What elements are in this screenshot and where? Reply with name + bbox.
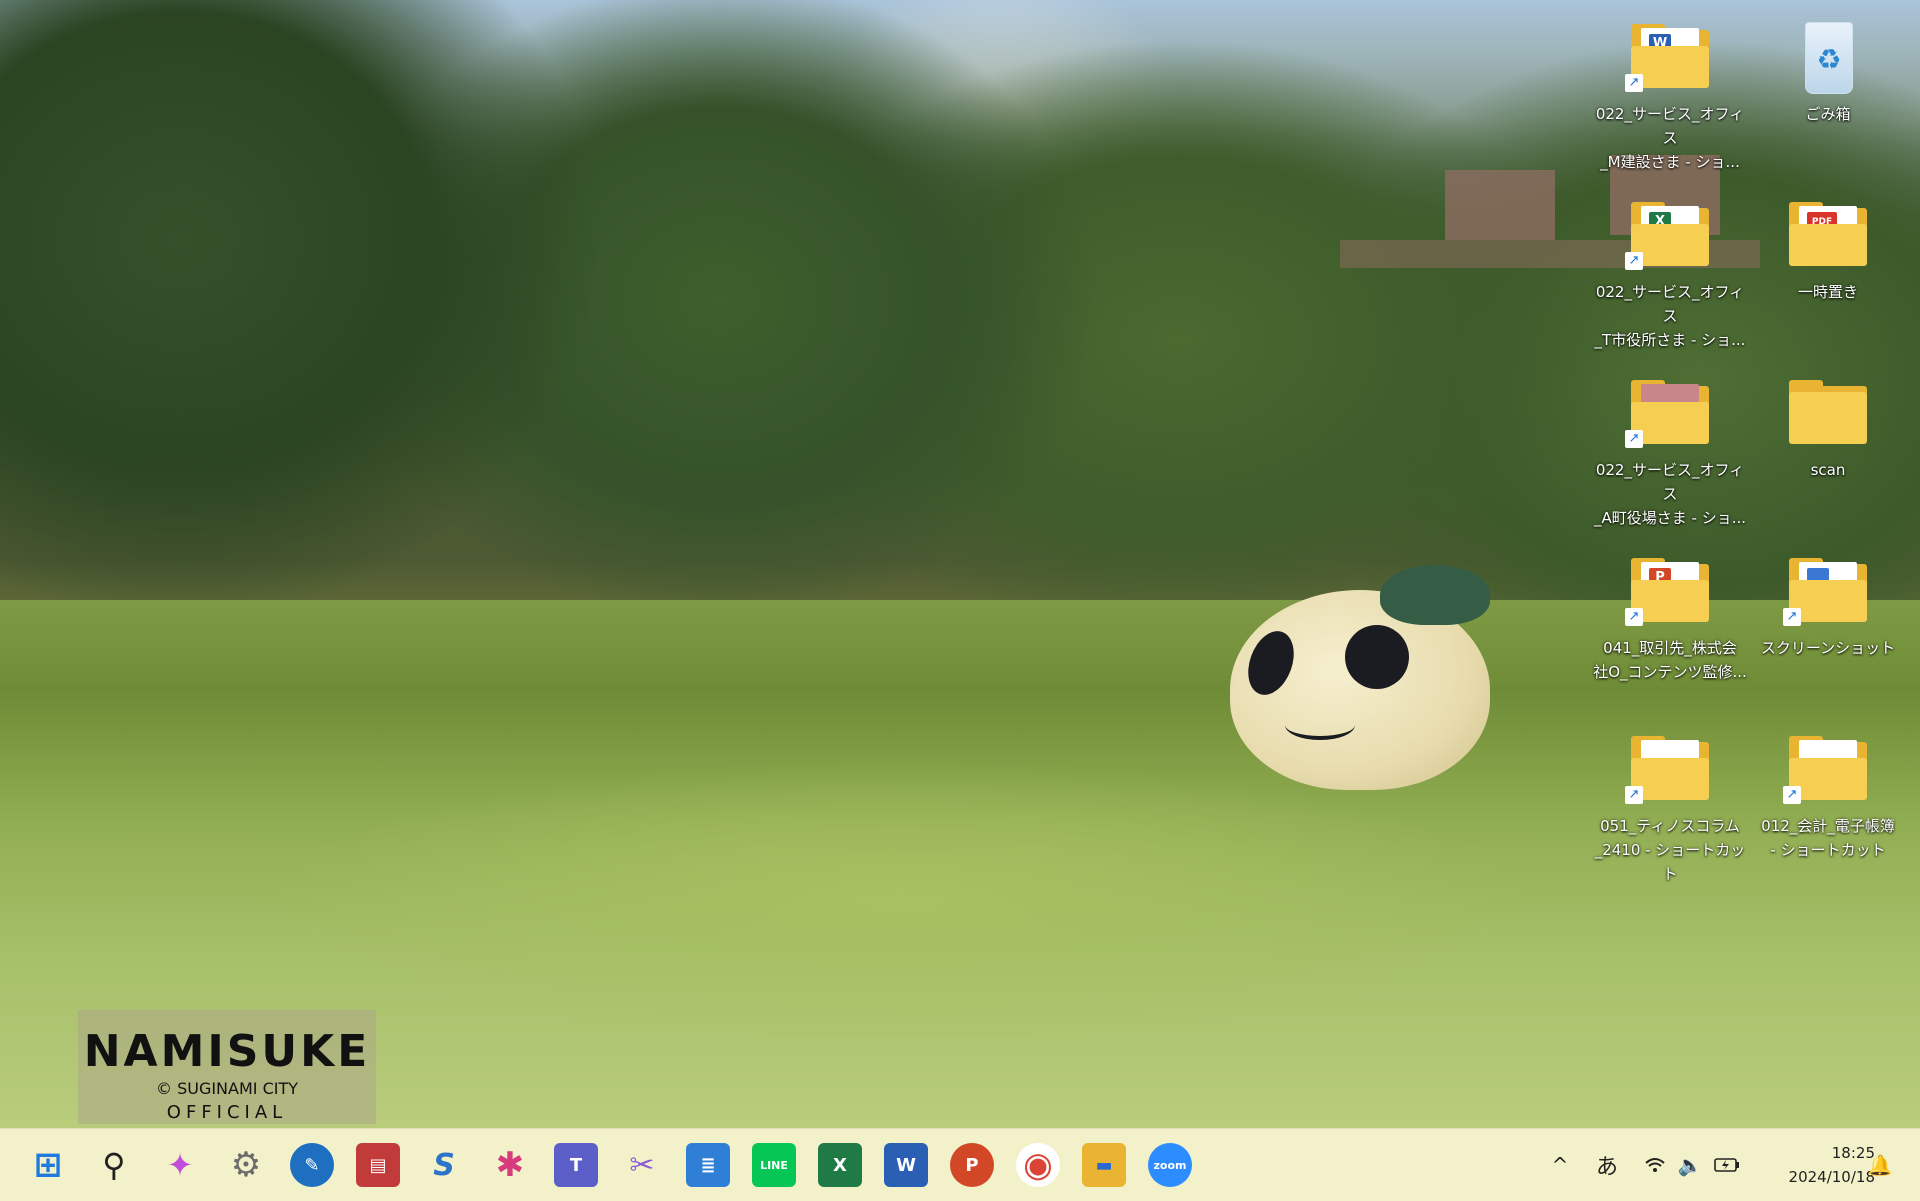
logo-brand: NAMISUKE: [83, 1026, 371, 1077]
zoom-icon[interactable]: zoom: [1148, 1143, 1192, 1187]
mascot-tuft: [1380, 565, 1490, 625]
folder-icon: X ↗: [1625, 200, 1709, 270]
file-explorer-icon[interactable]: ▬: [1082, 1143, 1126, 1187]
desktop-icon-scan[interactable]: scan: [1748, 368, 1908, 518]
desktop-icon-recycle-bin[interactable]: ♻ ごみ箱: [1748, 12, 1908, 162]
folder-icon: ↗: [1783, 556, 1867, 626]
desktop-icon-kaikei[interactable]: ↗ 012_会計_電子帳簿 - ショートカット: [1748, 724, 1908, 874]
battery-icon[interactable]: [1710, 1149, 1744, 1181]
desktop-icon-label: 一時置き: [1797, 283, 1858, 301]
recycle-bin-icon: ♻: [1789, 22, 1867, 94]
folder-icon: ↗: [1783, 734, 1867, 804]
settings-icon[interactable]: ⚙: [224, 1143, 268, 1187]
desktop-icon-label: 022_サービス_オフィス _A町役場さま - ショ...: [1593, 461, 1746, 527]
calendar-app-icon[interactable]: ▤: [356, 1143, 400, 1187]
wallpaper-mascot: [1230, 565, 1490, 790]
desktop[interactable]: NAMISUKE © SUGINAMI CITY OFFICIAL W ↗ 02…: [0, 0, 1920, 1128]
desktop-icon-label: 022_サービス_オフィス _T市役所さま - ショ...: [1594, 283, 1746, 349]
desktop-icon-label: ごみ箱: [1805, 105, 1851, 123]
wallpaper-building: [1445, 170, 1555, 240]
desktop-icon-t-shiyakusho[interactable]: X ↗ 022_サービス_オフィス _T市役所さま - ショ...: [1590, 190, 1750, 349]
chevron-up-icon[interactable]: ^: [1545, 1149, 1575, 1181]
volume-icon[interactable]: 🔈: [1675, 1149, 1705, 1181]
wifi-icon[interactable]: [1640, 1149, 1670, 1181]
clock-time: 18:25: [1831, 1144, 1875, 1162]
shortcut-arrow-icon: ↗: [1625, 252, 1643, 270]
logo-official: OFFICIAL: [166, 1102, 288, 1123]
desktop-icon-a-machiyakuba[interactable]: ↗ 022_サービス_オフィス _A町役場さま - ショ...: [1590, 368, 1750, 527]
word-icon[interactable]: W: [884, 1143, 928, 1187]
notepad-icon[interactable]: ≣: [686, 1143, 730, 1187]
folder-icon: ↗: [1625, 734, 1709, 804]
desktop-icon-tinos-column[interactable]: ↗ 051_ティノスコラム _2410 - ショートカット: [1590, 724, 1750, 883]
shortcut-arrow-icon: ↗: [1783, 608, 1801, 626]
shortcut-arrow-icon: ↗: [1783, 786, 1801, 804]
powerpoint-icon[interactable]: P: [950, 1143, 994, 1187]
logo-sub: © SUGINAMI CITY: [155, 1079, 299, 1098]
app-s-icon[interactable]: S: [422, 1143, 466, 1187]
desktop-icon-label: 041_取引先_株式会 社O_コンテンツ監修...: [1593, 639, 1747, 681]
desktop-icon-label: スクリーンショット: [1760, 639, 1896, 657]
taskbar: ⊞ ⚲ ✦ ⚙ ✎ ▤ S ✱ T ✂ ≣ LINE X W P ◉ ▬ zoo…: [0, 1128, 1920, 1201]
desktop-icon-screenshot[interactable]: ↗ スクリーンショット: [1748, 546, 1908, 696]
desktop-icon-m-kensetsu[interactable]: W ↗ 022_サービス_オフィス _M建設さま - ショ...: [1590, 12, 1750, 171]
teams-icon[interactable]: T: [554, 1143, 598, 1187]
ime-indicator[interactable]: あ: [1590, 1149, 1624, 1181]
desktop-icon-label: 022_サービス_オフィス _M建設さま - ショ...: [1595, 105, 1745, 171]
slack-icon[interactable]: ✱: [488, 1143, 532, 1187]
desktop-icon-label: 051_ティノスコラム _2410 - ショートカット: [1594, 817, 1746, 883]
clock-date: 2024/10/18: [1788, 1168, 1875, 1186]
copilot-icon[interactable]: ✦: [158, 1143, 202, 1187]
folder-icon: P ↗: [1625, 556, 1709, 626]
desktop-icon-label: scan: [1810, 461, 1846, 479]
mascot-smile: [1285, 710, 1355, 740]
notification-bell-icon[interactable]: 🔔: [1865, 1149, 1895, 1181]
desktop-icon-torihikisaki[interactable]: P ↗ 041_取引先_株式会 社O_コンテンツ監修...: [1590, 546, 1750, 696]
folder-icon: PDF: [1789, 200, 1867, 270]
shortcut-arrow-icon: ↗: [1625, 430, 1643, 448]
excel-icon[interactable]: X: [818, 1143, 862, 1187]
mascot-eye: [1239, 624, 1303, 702]
desktop-icon-ichiji-oki[interactable]: PDF 一時置き: [1748, 190, 1908, 340]
desktop-icon-label: 012_会計_電子帳簿 - ショートカット: [1761, 817, 1895, 859]
folder-icon: ↗: [1625, 378, 1709, 448]
folder-icon: W ↗: [1625, 22, 1709, 92]
namisuke-logo: NAMISUKE © SUGINAMI CITY OFFICIAL: [78, 1010, 376, 1124]
folder-icon: [1789, 378, 1867, 448]
snipping-tool-icon[interactable]: ✂: [620, 1143, 664, 1187]
search-icon[interactable]: ⚲: [92, 1143, 136, 1187]
line-icon[interactable]: LINE: [752, 1143, 796, 1187]
shortcut-arrow-icon: ↗: [1625, 74, 1643, 92]
shortcut-arrow-icon: ↗: [1625, 608, 1643, 626]
quick-assist-icon[interactable]: ✎: [290, 1143, 334, 1187]
start-icon[interactable]: ⊞: [26, 1143, 70, 1187]
chrome-icon[interactable]: ◉: [1016, 1143, 1060, 1187]
shortcut-arrow-icon: ↗: [1625, 786, 1643, 804]
mascot-eye: [1345, 625, 1409, 689]
clock[interactable]: 18:25 2024/10/18: [1755, 1141, 1875, 1189]
